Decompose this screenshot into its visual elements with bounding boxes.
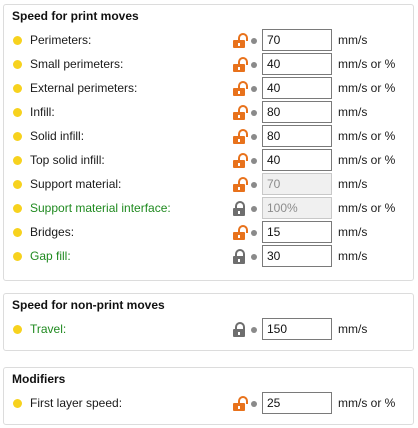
setting-row-infill: Infill: mm/s [4, 101, 413, 125]
lock-open-icon[interactable] [233, 57, 248, 72]
support-material-interface-input [262, 197, 332, 219]
lock-open-icon[interactable] [233, 153, 248, 168]
group-title: Speed for print moves [12, 9, 139, 23]
setting-label-top-solid-infill: Top solid infill: [30, 153, 105, 167]
setting-label-external-perimeters: External perimeters: [30, 81, 138, 95]
unit-label: mm/s or % [338, 153, 396, 167]
lock-open-icon[interactable] [233, 177, 248, 192]
setting-row-first-layer-speed: First layer speed: mm/s or % [4, 392, 413, 416]
reset-bullet-icon[interactable] [251, 254, 257, 260]
reset-bullet-icon[interactable] [251, 110, 257, 116]
setting-row-solid-infill: Solid infill: mm/s or % [4, 125, 413, 149]
setting-mode-dot-icon [13, 108, 22, 117]
lock-open-icon[interactable] [233, 33, 248, 48]
reset-bullet-icon[interactable] [251, 182, 257, 188]
lock-closed-icon[interactable] [233, 249, 245, 264]
small-perimeters-input[interactable] [262, 53, 332, 75]
group-title: Modifiers [12, 372, 66, 386]
non-print-moves-group: Speed for non-print moves Travel: mm/s [3, 293, 414, 351]
setting-mode-dot-icon [13, 180, 22, 189]
support-material-input [262, 173, 332, 195]
reset-bullet-icon[interactable] [251, 134, 257, 140]
setting-label-gap-fill: Gap fill: [30, 249, 71, 263]
setting-mode-dot-icon [13, 156, 22, 165]
unit-label: mm/s or % [338, 129, 396, 143]
setting-label-support-material-interface: Support material interface: [30, 201, 171, 215]
setting-row-top-solid-infill: Top solid infill: mm/s or % [4, 149, 413, 173]
modifiers-group: Modifiers First layer speed: mm/s or % [3, 367, 414, 425]
reset-bullet-icon[interactable] [251, 327, 257, 333]
setting-row-external-perimeters: External perimeters: mm/s or % [4, 77, 413, 101]
lock-open-icon[interactable] [233, 81, 248, 96]
reset-bullet-icon[interactable] [251, 401, 257, 407]
setting-label-first-layer-speed: First layer speed: [30, 396, 123, 410]
bridges-input[interactable] [262, 221, 332, 243]
lock-open-icon[interactable] [233, 105, 248, 120]
setting-row-travel: Travel: mm/s [4, 318, 413, 342]
reset-bullet-icon[interactable] [251, 62, 257, 68]
gap-fill-input[interactable] [262, 245, 332, 267]
unit-label: mm/s [338, 322, 368, 336]
infill-input[interactable] [262, 101, 332, 123]
setting-mode-dot-icon [13, 399, 22, 408]
setting-label-support-material: Support material: [30, 177, 122, 191]
reset-bullet-icon[interactable] [251, 158, 257, 164]
travel-input[interactable] [262, 318, 332, 340]
setting-mode-dot-icon [13, 60, 22, 69]
unit-label: mm/s or % [338, 57, 396, 71]
setting-row-small-perimeters: Small perimeters: mm/s or % [4, 53, 413, 77]
setting-row-support-material: Support material: mm/s [4, 173, 413, 197]
group-title: Speed for non-print moves [12, 298, 165, 312]
unit-label: mm/s or % [338, 201, 396, 215]
lock-open-icon[interactable] [233, 396, 248, 411]
unit-label: mm/s [338, 225, 368, 239]
print-moves-group: Speed for print moves Perimeters: mm/s Sma… [3, 4, 414, 281]
setting-mode-dot-icon [13, 84, 22, 93]
setting-mode-dot-icon [13, 252, 22, 261]
solid-infill-input[interactable] [262, 125, 332, 147]
setting-row-gap-fill: Gap fill: mm/s [4, 245, 413, 269]
setting-mode-dot-icon [13, 204, 22, 213]
setting-label-travel: Travel: [30, 322, 67, 336]
unit-label: mm/s [338, 105, 368, 119]
setting-row-perimeters: Perimeters: mm/s [4, 29, 413, 53]
external-perimeters-input[interactable] [262, 77, 332, 99]
lock-closed-icon[interactable] [233, 322, 245, 337]
setting-mode-dot-icon [13, 325, 22, 334]
unit-label: mm/s [338, 249, 368, 263]
unit-label: mm/s or % [338, 81, 396, 95]
unit-label: mm/s or % [338, 396, 396, 410]
unit-label: mm/s [338, 177, 368, 191]
setting-label-bridges: Bridges: [30, 225, 75, 239]
setting-row-bridges: Bridges: mm/s [4, 221, 413, 245]
unit-label: mm/s [338, 33, 368, 47]
top-solid-infill-input[interactable] [262, 149, 332, 171]
lock-closed-icon[interactable] [233, 201, 245, 216]
perimeters-input[interactable] [262, 29, 332, 51]
lock-open-icon[interactable] [233, 225, 248, 240]
setting-label-small-perimeters: Small perimeters: [30, 57, 124, 71]
setting-mode-dot-icon [13, 36, 22, 45]
reset-bullet-icon[interactable] [251, 206, 257, 212]
lock-open-icon[interactable] [233, 129, 248, 144]
first-layer-speed-input[interactable] [262, 392, 332, 414]
setting-label-perimeters: Perimeters: [30, 33, 92, 47]
reset-bullet-icon[interactable] [251, 86, 257, 92]
reset-bullet-icon[interactable] [251, 38, 257, 44]
setting-row-support-material-interface: Support material interface: mm/s or % [4, 197, 413, 221]
reset-bullet-icon[interactable] [251, 230, 257, 236]
setting-label-solid-infill: Solid infill: [30, 129, 85, 143]
setting-mode-dot-icon [13, 132, 22, 141]
setting-mode-dot-icon [13, 228, 22, 237]
setting-label-infill: Infill: [30, 105, 55, 119]
